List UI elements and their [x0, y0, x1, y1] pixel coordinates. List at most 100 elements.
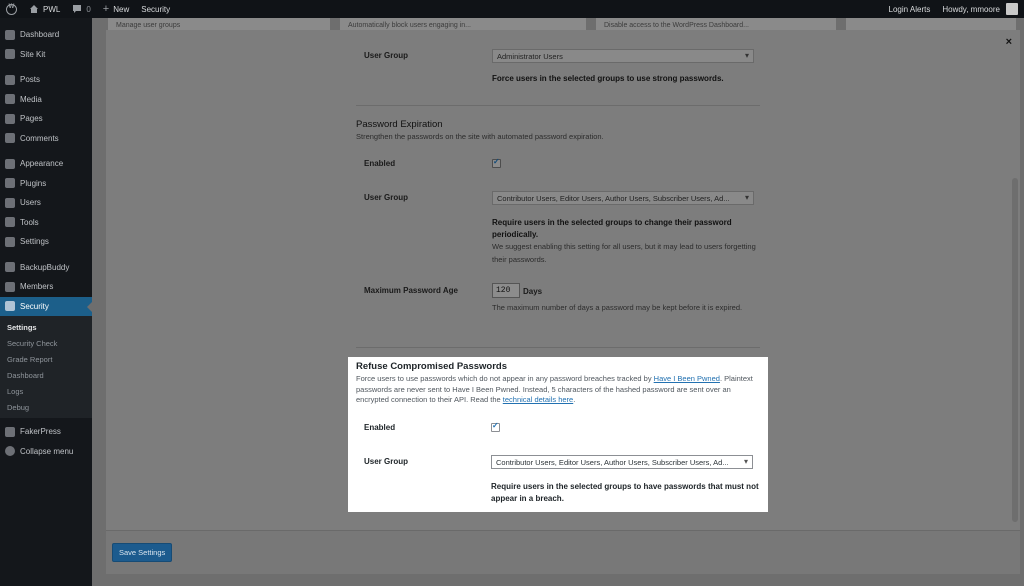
submenu-item-security-check[interactable]: Security Check: [0, 335, 92, 351]
refuse-compromised-help: Require users in the selected groups to …: [491, 482, 759, 503]
description-text: .: [573, 395, 576, 404]
sidebar-item-tools[interactable]: Tools: [0, 213, 92, 233]
sidebar-item-label: BackupBuddy: [20, 262, 70, 272]
sidebar-item-label: Pages: [20, 114, 43, 124]
sidebar-item-label: Security: [20, 301, 49, 311]
sidebar-item-media[interactable]: Media: [0, 90, 92, 110]
sidebar-item-label: FakerPress: [20, 427, 61, 437]
sidebar-item-security[interactable]: Security: [0, 296, 92, 316]
sidebar-item-label: Comments: [20, 133, 59, 143]
refuse-compromised-enabled-label: Enabled: [364, 423, 396, 432]
section-divider: [356, 347, 760, 348]
sidebar-item-users[interactable]: Users: [0, 193, 92, 213]
submenu-item-dashboard[interactable]: Dashboard: [0, 367, 92, 383]
sidebar-item-label: Settings: [20, 237, 49, 247]
sidebar-item-label: Dashboard: [20, 30, 60, 40]
refuse-compromised-user-group-select[interactable]: Contributor Users, Editor Users, Author …: [491, 455, 753, 469]
user-account-menu[interactable]: Howdy, mmoore: [936, 0, 1024, 18]
plug-icon: [5, 178, 15, 189]
description-text: Force users to use passwords which do no…: [356, 374, 654, 383]
sidebar-item-dashboard[interactable]: Dashboard: [0, 25, 92, 45]
sidebar-item-label: Members: [20, 282, 54, 292]
sidebar-item-fakerpress[interactable]: FakerPress: [0, 422, 92, 442]
background-text: Manage user groups: [116, 22, 181, 29]
sidebar-item-label: Media: [20, 94, 42, 104]
sidebar-item-label: Tools: [20, 217, 39, 227]
sidebar-item-label: Posts: [20, 75, 41, 85]
sidebar-item-label: Plugins: [20, 178, 47, 188]
media-icon: [5, 94, 15, 105]
password-expiration-help: We suggest enabling this setting for all…: [492, 242, 756, 264]
admin-bar: PWL 0 + New Security Login Alerts Howdy,…: [0, 0, 1024, 18]
background-text: Disable access to the WordPress Dashboar…: [604, 22, 749, 29]
sidebar-item-label: Appearance: [20, 159, 64, 169]
user-icon: [5, 197, 15, 208]
collapse-icon: [5, 446, 15, 457]
have-i-been-pwned-link[interactable]: Have I Been Pwned: [654, 374, 720, 383]
wordpress-logo-button[interactable]: [0, 0, 23, 18]
avatar: [1006, 3, 1018, 15]
faker-icon: [5, 426, 15, 437]
refuse-compromised-title: Refuse Compromised Passwords: [356, 361, 507, 372]
home-icon: [30, 5, 38, 13]
login-alerts-link[interactable]: Login Alerts: [883, 0, 937, 18]
pin-icon: [5, 74, 15, 85]
password-expiration-description: Strengthen the passwords on the site wit…: [356, 132, 604, 141]
close-icon[interactable]: ×: [1006, 36, 1012, 48]
technical-details-link[interactable]: technical details here: [503, 395, 573, 404]
comment-bubble-icon: [73, 5, 82, 13]
modal-scrollbar[interactable]: [1012, 178, 1018, 522]
password-expiration-user-group-select[interactable]: Contributor Users, Editor Users, Author …: [492, 191, 754, 205]
comments-count: 0: [86, 4, 91, 14]
members-icon: [5, 281, 15, 292]
submenu-item-debug[interactable]: Debug: [0, 399, 92, 415]
security-label: Security: [141, 4, 171, 14]
wordpress-icon: [6, 3, 17, 15]
sidebar-item-posts[interactable]: Posts: [0, 70, 92, 90]
site-name-link[interactable]: PWL: [23, 0, 66, 18]
select-value: Contributor Users, Editor Users, Author …: [496, 458, 729, 467]
sitekit-icon: [5, 49, 15, 60]
sidebar-item-plugins[interactable]: Plugins: [0, 174, 92, 194]
shield-icon: [5, 301, 15, 312]
submenu-item-grade-report[interactable]: Grade Report: [0, 351, 92, 367]
select-value: Administrator Users: [497, 52, 563, 61]
max-password-age-input[interactable]: 120: [492, 283, 520, 298]
sidebar-item-pages[interactable]: Pages: [0, 109, 92, 129]
select-value: Contributor Users, Editor Users, Author …: [497, 194, 730, 203]
sidebar-item-appearance[interactable]: Appearance: [0, 154, 92, 174]
sidebar-item-settings[interactable]: Settings: [0, 232, 92, 252]
collapse-menu-button[interactable]: Collapse menu: [0, 442, 92, 462]
submenu-item-settings[interactable]: Settings: [0, 319, 92, 335]
sidebar-item-site-kit[interactable]: Site Kit: [0, 45, 92, 65]
sidebar-item-members[interactable]: Members: [0, 277, 92, 297]
sidebar-item-comments[interactable]: Comments: [0, 129, 92, 149]
refuse-compromised-passwords-section: Refuse Compromised Passwords Force users…: [348, 357, 768, 512]
strong-passwords-user-group-label: User Group: [364, 51, 409, 60]
refuse-compromised-description: Force users to use passwords which do no…: [356, 374, 760, 406]
site-name: PWL: [43, 4, 61, 14]
sidebar-item-backupbuddy[interactable]: BackupBuddy: [0, 258, 92, 278]
submenu-item-logs[interactable]: Logs: [0, 383, 92, 399]
refuse-compromised-user-group-label: User Group: [364, 457, 409, 466]
strong-passwords-user-group-select[interactable]: Administrator Users: [492, 49, 754, 63]
password-expiration-help-strong: Require users in the selected groups to …: [492, 218, 732, 239]
max-password-age-help: The maximum number of days a password ma…: [492, 303, 743, 312]
security-submenu: Settings Security Check Grade Report Das…: [0, 316, 92, 418]
new-label: New: [113, 4, 130, 14]
password-expiration-enabled-checkbox[interactable]: [492, 157, 501, 168]
security-menu-link[interactable]: Security: [135, 0, 176, 18]
password-expiration-title: Password Expiration: [356, 119, 443, 130]
refuse-compromised-enabled-checkbox[interactable]: [491, 421, 500, 432]
max-password-age-unit: Days: [523, 287, 543, 296]
dashboard-icon: [5, 29, 15, 40]
password-expiration-enabled-label: Enabled: [364, 159, 396, 168]
modal-footer: Save Settings: [106, 530, 1020, 574]
new-content-link[interactable]: + New: [97, 0, 135, 18]
brush-icon: [5, 158, 15, 169]
settings-icon: [5, 236, 15, 247]
backup-icon: [5, 262, 15, 273]
comments-link[interactable]: 0: [66, 0, 96, 18]
sidebar-item-label: Collapse menu: [20, 446, 74, 456]
save-settings-button[interactable]: Save Settings: [112, 543, 173, 562]
